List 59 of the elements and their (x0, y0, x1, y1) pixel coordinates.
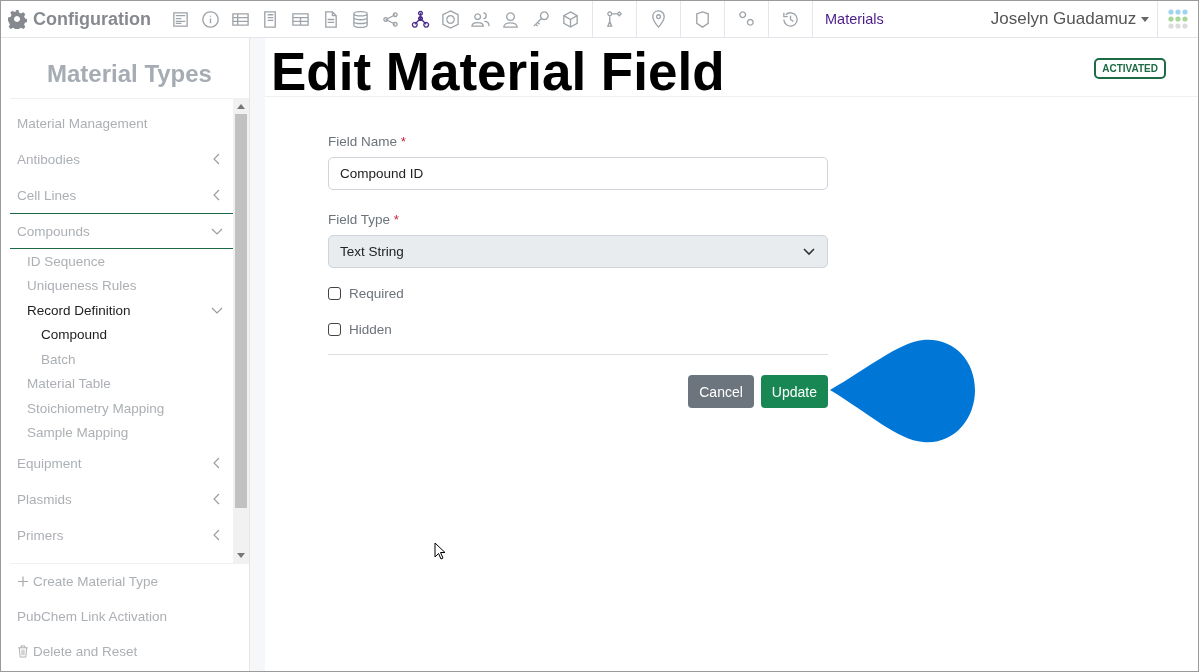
user-menu[interactable]: Joselyn Guadamuz (982, 9, 1157, 29)
share-icon[interactable] (381, 9, 400, 29)
field-label: Field Type (328, 212, 391, 227)
sidebar-item[interactable]: Cell Lines (10, 177, 233, 213)
plus-icon (17, 575, 29, 588)
network-icon[interactable] (411, 9, 430, 29)
branch-icon[interactable] (605, 9, 624, 29)
sidebar-item[interactable]: Antibodies (10, 141, 233, 177)
field-type-select[interactable]: Text String (328, 235, 828, 268)
sidebar-title: Material Types (10, 38, 249, 99)
checkbox[interactable] (328, 322, 341, 336)
database-icon[interactable] (351, 9, 370, 29)
pin-icon[interactable] (649, 9, 668, 29)
users-icon[interactable] (471, 9, 490, 29)
scrollbar[interactable] (233, 99, 249, 563)
sidebar-subitem[interactable]: ID Sequence (10, 249, 233, 274)
sidebar-subitem[interactable]: Uniqueness Rules (10, 273, 233, 298)
scroll-down-icon[interactable] (237, 553, 245, 558)
status-badge: ACTIVATED (1094, 58, 1166, 79)
key-icon[interactable] (531, 9, 550, 29)
sidebar-subitem[interactable]: Stoichiometry Mapping (10, 396, 233, 421)
mouse-cursor-icon (434, 542, 446, 560)
form-icon[interactable] (171, 9, 190, 29)
page-title: Edit Material Field (271, 44, 725, 100)
history-icon[interactable] (781, 9, 800, 29)
required-mark: * (393, 212, 400, 227)
caret-icon (803, 247, 815, 256)
apps-grid-icon[interactable] (1168, 9, 1188, 29)
sidebar-action[interactable]: Delete and Reset (10, 634, 249, 669)
sidebar-item[interactable]: Compounds (10, 213, 233, 249)
info-icon[interactable] (201, 9, 220, 29)
checkbox-label: Required (349, 285, 404, 301)
cube-icon[interactable] (561, 9, 580, 29)
settings-icon (7, 9, 27, 29)
checkbox-label: Hidden (349, 321, 392, 337)
sidebar-item[interactable]: Material Management (10, 105, 233, 141)
sidebar-subitem[interactable]: Compound (10, 322, 233, 347)
checkbox[interactable] (328, 286, 341, 300)
sidebar-subitem[interactable]: Material Table (10, 371, 233, 396)
cancel-button[interactable]: Cancel (688, 375, 754, 408)
sidebar-subitem[interactable]: Sample Mapping (10, 420, 233, 445)
shield-icon[interactable] (693, 9, 712, 29)
user-icon[interactable] (501, 9, 520, 29)
sidebar-subitem[interactable]: Record Definition (10, 298, 233, 323)
caret-icon (1141, 17, 1149, 22)
sidebar-item[interactable]: Primers (10, 517, 233, 553)
sidebar-item[interactable]: Plasmids (10, 481, 233, 517)
sidebar-action[interactable]: PubChem Link Activation (10, 599, 249, 634)
app-title: Configuration (33, 8, 151, 30)
field-name-input[interactable]: Compound ID (328, 157, 828, 190)
trash-icon (17, 645, 29, 658)
sidebar-subitem[interactable]: Batch (10, 347, 233, 372)
field-label: Field Name (328, 134, 398, 149)
scroll-up-icon[interactable] (237, 104, 245, 109)
sidebar-item[interactable]: Equipment (10, 445, 233, 481)
materials-link[interactable]: Materials (813, 11, 896, 27)
required-mark: * (400, 134, 407, 149)
sidebar-action[interactable]: Create Material Type (10, 564, 249, 599)
update-button[interactable]: Update (760, 375, 828, 408)
